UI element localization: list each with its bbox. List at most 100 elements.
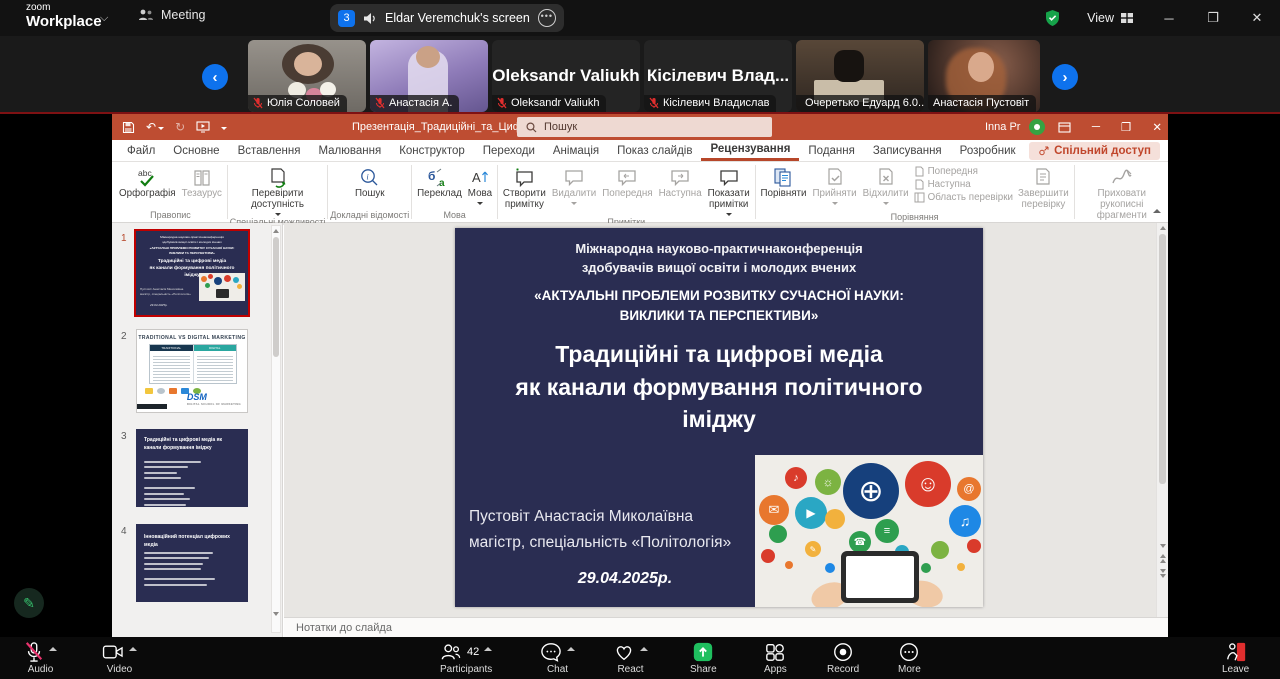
tab-design[interactable]: Конструктор: [390, 140, 474, 161]
participant-tile[interactable]: Кісілевич Влад... Кісілевич Владислав: [644, 40, 792, 112]
search-box[interactable]: Пошук: [517, 117, 772, 137]
slide-scrollbar[interactable]: [1156, 223, 1168, 617]
ppt-restore-icon[interactable]: ❐: [1121, 120, 1131, 134]
participant-tile[interactable]: Анастасія А.: [370, 40, 488, 112]
delete-comment-button[interactable]: Видалити: [549, 163, 599, 205]
ribbon-group-comments: Створити примітку Видалити Попередня Нас…: [499, 162, 754, 222]
tab-recording[interactable]: Записування: [864, 140, 951, 161]
share-document-button[interactable]: Спільний доступ: [1029, 142, 1160, 160]
participant-tile[interactable]: Очеретько Едуард 6.0...: [796, 40, 924, 112]
audio-options-caret[interactable]: [49, 647, 57, 651]
ribbon-separator: [411, 165, 412, 219]
tab-transitions[interactable]: Переходи: [474, 140, 544, 161]
scroll-up-icon[interactable]: [1160, 226, 1166, 230]
next-change-button[interactable]: Наступна: [914, 179, 1013, 190]
video-button[interactable]: Video: [102, 641, 137, 675]
previous-change-label: Попередня: [928, 166, 978, 177]
react-button[interactable]: React: [613, 641, 648, 675]
scroll-down-icon[interactable]: [1160, 544, 1166, 548]
slide-conf-line: ВИКЛИКИ ТА ПЕРСПЕКТИВИ»: [455, 306, 983, 326]
leave-button[interactable]: Leave: [1222, 641, 1249, 675]
show-comments-icon: [718, 165, 740, 188]
reject-icon: [876, 165, 896, 188]
slide-thumbnail-1[interactable]: Міжнародна науково-практичнаконференціяз…: [136, 231, 248, 315]
compare-button[interactable]: Порівняти: [758, 163, 810, 200]
participant-tile[interactable]: Oleksandr Valiukh Oleksandr Valiukh: [492, 40, 640, 112]
participants-button[interactable]: 42 Participants: [440, 641, 492, 675]
language-button[interactable]: A Мова: [465, 163, 495, 205]
share-button[interactable]: Share: [690, 641, 717, 675]
ribbon-display-options-icon[interactable]: [1058, 122, 1071, 133]
hide-ink-button[interactable]: Приховати рукописні фрагменти: [1077, 163, 1168, 227]
next-comment-button[interactable]: Наступна: [656, 163, 705, 200]
end-review-button[interactable]: Завершити перевірку: [1015, 163, 1072, 211]
ppt-close-icon[interactable]: ✕: [1152, 120, 1162, 134]
account-area[interactable]: Inna Pr: [985, 114, 1045, 140]
save-icon[interactable]: [122, 121, 135, 134]
notes-pane[interactable]: Нотатки до слайда: [284, 617, 1168, 637]
spelling-button[interactable]: abc Орфографія: [116, 163, 179, 200]
restore-icon[interactable]: ❐: [1204, 10, 1222, 26]
minimize-icon[interactable]: ─: [1160, 11, 1178, 26]
thesaurus-button[interactable]: Тезаурус: [179, 163, 225, 200]
slideshow-icon[interactable]: [196, 121, 210, 133]
view-button[interactable]: View: [1087, 11, 1134, 25]
shared-screen-pill[interactable]: 3 Eldar Veremchuk's screen •••: [330, 4, 564, 32]
collage-circle: [967, 539, 981, 553]
previous-change-button[interactable]: Попередня: [914, 166, 1013, 177]
reviewing-pane-button[interactable]: Область перевірки: [914, 192, 1013, 203]
video-options-caret[interactable]: [129, 647, 137, 651]
tab-animations[interactable]: Анімація: [544, 140, 608, 161]
scrollbar-thumb[interactable]: [1159, 234, 1166, 484]
slide-thumbnail-3[interactable]: Традиційні та цифрові медіа як канали фо…: [136, 429, 248, 507]
tab-home[interactable]: Основне: [164, 140, 228, 161]
react-options-caret[interactable]: [640, 647, 648, 651]
scrollbar-thumb[interactable]: [273, 237, 279, 357]
tab-draw[interactable]: Малювання: [309, 140, 390, 161]
current-slide[interactable]: Міжнародна науково-практичнаконференція …: [455, 228, 983, 607]
undo-button[interactable]: ↶: [146, 120, 164, 134]
tab-insert[interactable]: Вставлення: [229, 140, 310, 161]
chevron-down-icon[interactable]: ⌵: [100, 12, 108, 25]
slide-thumbnail-4[interactable]: Інноваційний потенціал цифрових медіа: [136, 524, 248, 602]
previous-comment-button[interactable]: Попередня: [599, 163, 655, 200]
chat-button[interactable]: Chat: [540, 641, 575, 675]
ppt-minimize-icon[interactable]: ─: [1092, 121, 1100, 133]
scroll-down-icon[interactable]: [273, 612, 279, 616]
tab-view[interactable]: Подання: [799, 140, 863, 161]
tab-file[interactable]: Файл: [118, 140, 164, 161]
apps-button[interactable]: Apps: [764, 641, 787, 675]
accept-button[interactable]: Прийняти: [810, 163, 860, 205]
smart-lookup-button[interactable]: i Пошук: [352, 163, 388, 200]
audio-button[interactable]: Audio: [24, 641, 57, 675]
tab-review[interactable]: Рецензування: [701, 140, 799, 161]
participant-tile[interactable]: Анастасія Пустовіт: [928, 40, 1040, 112]
chat-options-caret[interactable]: [567, 647, 575, 651]
participant-tile[interactable]: Юлія Соловей: [248, 40, 366, 112]
participant-name-tag: Кісілевич Владислав: [644, 95, 776, 112]
annotate-button[interactable]: ✎: [14, 588, 44, 618]
tab-developer[interactable]: Розробник: [951, 140, 1025, 161]
previous-participants-button[interactable]: ‹: [202, 64, 228, 90]
ellipsis-icon[interactable]: •••: [538, 9, 556, 27]
previous-slide-button[interactable]: [1157, 554, 1168, 563]
tab-slideshow[interactable]: Показ слайдів: [608, 140, 701, 161]
close-icon[interactable]: ✕: [1248, 10, 1266, 26]
check-accessibility-button[interactable]: Перевірити доступність: [235, 163, 321, 216]
thumbnails-scrollbar[interactable]: [271, 225, 281, 633]
reject-button[interactable]: Відхилити: [860, 163, 912, 205]
next-participants-button[interactable]: ›: [1052, 64, 1078, 90]
ribbon-collapse-icon[interactable]: [1153, 209, 1161, 213]
qat-customize-icon[interactable]: [221, 125, 227, 130]
participants-options-caret[interactable]: [484, 647, 492, 651]
more-button[interactable]: More: [898, 641, 921, 675]
record-button[interactable]: Record: [827, 641, 859, 675]
new-comment-button[interactable]: Створити примітку: [500, 163, 549, 211]
scroll-up-icon[interactable]: [273, 229, 279, 233]
tab-meeting[interactable]: Meeting: [138, 8, 205, 22]
translate-button[interactable]: ба Переклад: [414, 163, 465, 200]
show-comments-button[interactable]: Показати примітки: [705, 163, 753, 216]
redo-button[interactable]: ↻: [175, 120, 185, 134]
next-slide-button[interactable]: [1157, 569, 1168, 578]
slide-thumbnail-2[interactable]: TRADITIONAL VS DIGITAL MARKETING TRADITI…: [136, 329, 248, 413]
